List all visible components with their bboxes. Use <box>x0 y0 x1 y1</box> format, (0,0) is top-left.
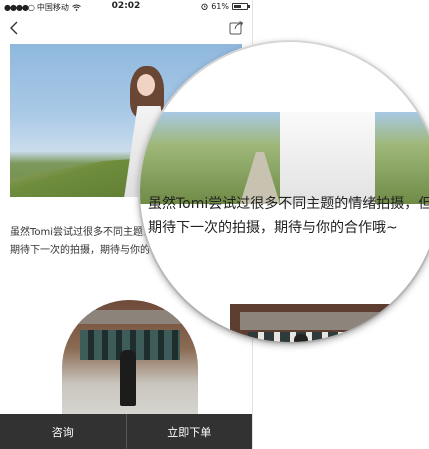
magnified-windows <box>248 332 372 342</box>
magnified-photo-top <box>140 112 429 204</box>
magnified-line-1: 虽然Tomi尝试过很多不同主题的情绪拍摄，但是， <box>148 196 429 212</box>
battery-percent: 61% <box>211 2 229 11</box>
chevron-left-icon[interactable] <box>8 21 22 35</box>
magnified-line-2: 期待下一次的拍摄，期待与你的合作哦~ <box>148 220 398 236</box>
photo2-roof <box>72 310 188 324</box>
status-bar: ●●●●○ 中国移动 02:02 61% <box>0 0 252 14</box>
magnified-description: 虽然Tomi尝试过很多不同主题的情绪拍摄，但是， 期待下一次的拍摄，期待与你的合… <box>148 192 429 240</box>
battery-fill <box>234 5 242 8</box>
status-right: 61% <box>201 2 250 11</box>
battery-icon <box>232 3 250 10</box>
product-photo-secondary <box>62 300 198 420</box>
magnified-person <box>294 334 308 342</box>
magnified-roof <box>240 312 380 330</box>
magnifier-lens: 虽然Tomi尝试过很多不同主题的情绪拍摄，但是， 期待下一次的拍摄，期待与你的合… <box>140 42 429 342</box>
bottom-action-bar: 咨询 立即下单 <box>0 414 252 449</box>
magnified-photo-bottom <box>230 304 390 342</box>
photo-model-face <box>137 74 155 96</box>
share-icon[interactable] <box>229 20 244 35</box>
alarm-icon <box>201 3 208 10</box>
consult-button[interactable]: 咨询 <box>0 414 127 449</box>
photo2-person <box>120 350 136 406</box>
order-now-button[interactable]: 立即下单 <box>127 414 253 449</box>
nav-bar <box>0 14 252 42</box>
magnified-dress <box>280 112 375 204</box>
